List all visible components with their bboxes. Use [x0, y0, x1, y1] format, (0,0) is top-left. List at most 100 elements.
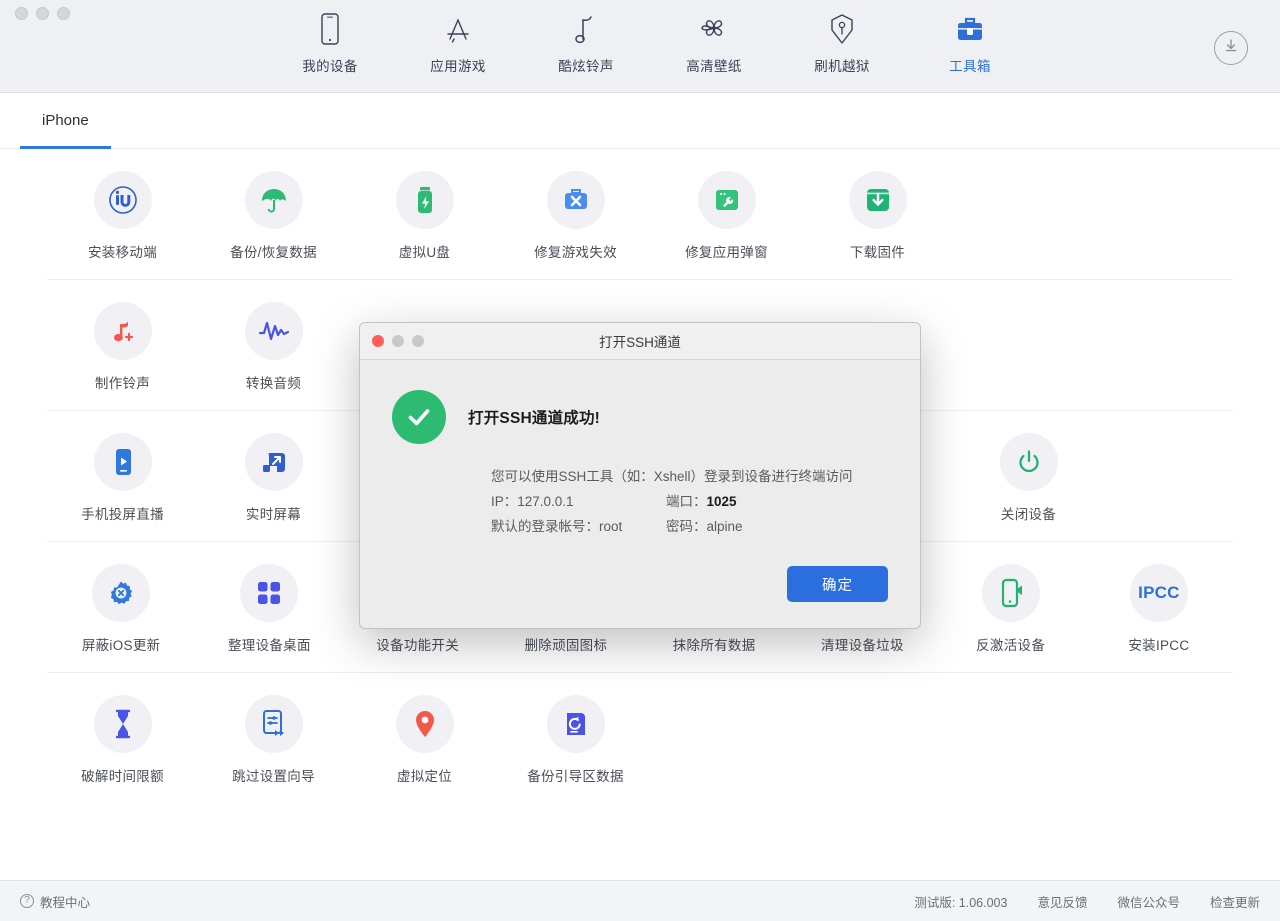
tool-install-mobile-client[interactable]: 安装移动端: [47, 171, 198, 261]
nav-item-jailbreak[interactable]: 刷机越狱: [778, 10, 906, 75]
tool-label: 制作铃声: [94, 376, 151, 391]
umbrella-icon: [244, 171, 303, 229]
tutorial-center-label: 教程中心: [40, 895, 91, 910]
dialog-success-text: 打开SSH通道成功!: [468, 410, 601, 427]
tool-download-firmware[interactable]: 下载固件: [802, 171, 953, 261]
tool-label: 转换音频: [245, 376, 302, 391]
nav-label: 我的设备: [302, 59, 358, 74]
tool-make-ringtone[interactable]: 制作铃声: [47, 302, 198, 392]
tool-backup-restore[interactable]: 备份/恢复数据: [198, 171, 349, 261]
tool-label: 安装移动端: [88, 245, 157, 260]
dialog-body: 打开SSH通道成功! 您可以使用SSH工具（如：Xshell）登录到设备进行终端…: [360, 360, 920, 628]
music-note-icon: [572, 10, 600, 48]
tool-phone-screencast-live[interactable]: 手机投屏直播: [47, 433, 198, 523]
version-label: 测试版: 1.06.003: [914, 895, 1008, 910]
nav-label: 酷炫铃声: [558, 59, 614, 74]
tool-realtime-screen[interactable]: 实时屏幕: [198, 433, 349, 523]
tool-label: 屏蔽iOS更新: [81, 638, 161, 653]
tool-organize-desktop[interactable]: 整理设备桌面: [195, 564, 343, 654]
grid-apps-icon: [240, 564, 299, 622]
tool-label: 抹除所有数据: [672, 638, 756, 653]
tool-block-ios-update[interactable]: 屏蔽iOS更新: [47, 564, 195, 654]
close-window-button[interactable]: [15, 7, 28, 20]
tool-convert-audio[interactable]: 转换音频: [198, 302, 349, 392]
tutorial-center-link[interactable]: ? 教程中心: [20, 892, 90, 911]
downloads-button[interactable]: [1214, 31, 1248, 65]
phone-play-icon: [93, 433, 152, 491]
title-bar: 我的设备 应用游戏 酷炫铃声 高清壁纸 刷机越狱 工具箱: [0, 0, 1280, 93]
feedback-link[interactable]: 意见反馈: [1037, 892, 1087, 911]
flower-icon: [696, 10, 732, 48]
tool-label: 设备功能开关: [376, 638, 460, 653]
dialog-account-row: 默认的登录帐号：root 密码：alpine: [491, 514, 888, 539]
gear-block-icon: [92, 564, 151, 622]
tab-label: iPhone: [42, 112, 89, 129]
tool-label: 清理设备垃圾: [820, 638, 904, 653]
nav-item-my-device[interactable]: 我的设备: [266, 10, 394, 75]
status-bar-right: 测试版: 1.06.003 意见反馈 微信公众号 检查更新: [914, 892, 1260, 911]
dialog-success-row: 打开SSH通道成功!: [392, 390, 888, 444]
dialog-maximize-button[interactable]: [412, 335, 424, 347]
skip-setup-icon: [244, 695, 303, 753]
window-wrench-icon: [697, 171, 756, 229]
download-box-icon: [848, 171, 907, 229]
tool-virtual-location[interactable]: 虚拟定位: [349, 695, 500, 785]
nav-item-toolbox[interactable]: 工具箱: [906, 10, 1034, 75]
minimize-window-button[interactable]: [36, 7, 49, 20]
tool-label: 跳过设置向导: [232, 769, 315, 784]
confirm-button[interactable]: 确定: [787, 566, 888, 602]
download-icon: [1222, 37, 1240, 60]
dialog-ip: IP：127.0.0.1: [491, 494, 574, 509]
tool-label: 安装IPCC: [1128, 638, 1190, 653]
nav-label: 工具箱: [949, 59, 991, 74]
tool-backup-boot-data[interactable]: 备份引导区数据: [500, 695, 651, 785]
toolbox-icon: [954, 10, 986, 48]
tool-fix-app-popup[interactable]: 修复应用弹窗: [651, 171, 802, 261]
toolbox-fix-icon: [546, 171, 605, 229]
tool-label: 反激活设备: [976, 638, 1046, 653]
tool-row: 破解时间限额 跳过设置向导 虚拟定位 备份引导区数据: [47, 673, 1233, 803]
window-traffic-lights[interactable]: [15, 7, 70, 20]
tool-fix-game-failure[interactable]: 修复游戏失效: [500, 171, 651, 261]
tool-label: 手机投屏直播: [81, 507, 164, 522]
tool-skip-setup-wizard[interactable]: 跳过设置向导: [198, 695, 349, 785]
success-check-icon: [392, 390, 446, 444]
power-icon: [999, 433, 1058, 491]
usb-flash-icon: [395, 171, 454, 229]
nav-label: 高清壁纸: [686, 59, 742, 74]
screen-mirror-icon: [244, 433, 303, 491]
disk-restore-icon: [546, 695, 605, 753]
dialog-ip-port-row: IP：127.0.0.1 端口： 1025: [491, 489, 888, 514]
dialog-minimize-button[interactable]: [392, 335, 404, 347]
tool-row: 安装移动端 备份/恢复数据 虚拟U盘 修复游戏失效 修复应用弹窗 下载固件: [47, 149, 1233, 280]
tab-iphone[interactable]: iPhone: [20, 93, 111, 149]
tool-install-ipcc[interactable]: IPCC 安装IPCC: [1085, 564, 1233, 654]
tool-deactivate-device[interactable]: 反激活设备: [937, 564, 1085, 654]
nav-label: 刷机越狱: [814, 59, 870, 74]
maximize-window-button[interactable]: [57, 7, 70, 20]
question-mark-icon: ?: [20, 894, 34, 908]
tool-shutdown-device[interactable]: 关闭设备: [953, 433, 1104, 523]
shield-key-icon: [828, 10, 856, 48]
tool-label: 下载固件: [849, 245, 906, 260]
tool-label: 修复应用弹窗: [685, 245, 768, 260]
ipcc-text-icon: IPCC: [1129, 564, 1188, 622]
dialog-traffic-lights[interactable]: [372, 335, 424, 347]
tool-virtual-usb[interactable]: 虚拟U盘: [349, 171, 500, 261]
dialog-close-button[interactable]: [372, 335, 384, 347]
tool-label: 虚拟定位: [396, 769, 453, 784]
phone-icon: [318, 10, 342, 48]
dialog-title-bar: 打开SSH通道: [360, 323, 920, 360]
device-tab-bar: iPhone: [0, 93, 1280, 149]
wechat-link[interactable]: 微信公众号: [1117, 892, 1180, 911]
nav-item-apps-games[interactable]: 应用游戏: [394, 10, 522, 75]
nav-item-ringtones[interactable]: 酷炫铃声: [522, 10, 650, 75]
app-window: 我的设备 应用游戏 酷炫铃声 高清壁纸 刷机越狱 工具箱 iPhone 安装移动…: [0, 0, 1280, 921]
tool-label: 整理设备桌面: [227, 638, 311, 653]
phone-deactivate-icon: [981, 564, 1040, 622]
hourglass-icon: [93, 695, 152, 753]
nav-item-wallpapers[interactable]: 高清壁纸: [650, 10, 778, 75]
check-update-link[interactable]: 检查更新: [1210, 892, 1260, 911]
tool-crack-screen-time[interactable]: 破解时间限额: [47, 695, 198, 785]
music-add-icon: [93, 302, 152, 360]
